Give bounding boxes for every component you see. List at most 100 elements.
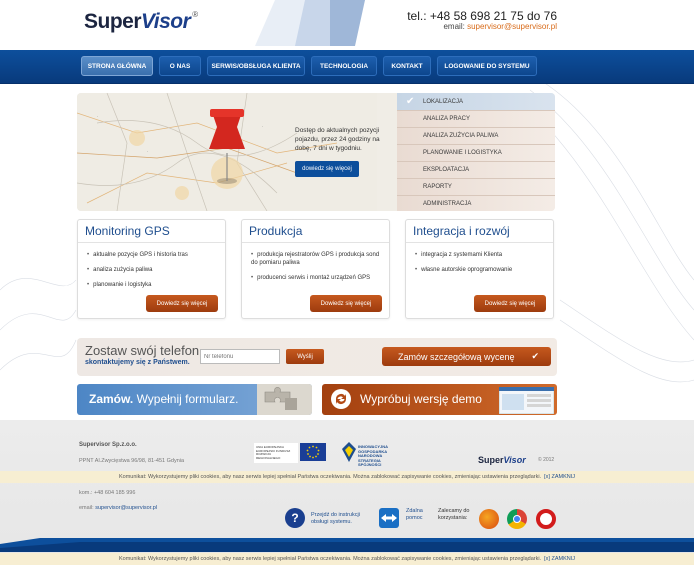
card-more-button[interactable]: Dowiedz się więcej <box>310 295 382 312</box>
refresh-icon <box>331 389 351 409</box>
footer-company: Supervisor Sp.z.o.o. <box>79 442 137 448</box>
hero-menu-analiza-paliwa[interactable]: ANALIZA ZUŻYCIA PALIWA <box>397 127 555 144</box>
footer-email-line: email: supervisor@supervisor.pl <box>79 505 157 511</box>
hero-more-button[interactable]: dowiedz się więcej <box>295 161 359 177</box>
cookie-text: Komunikat: Wykorzystujemy pliki cookies,… <box>119 556 542 562</box>
cookie-bar-bottom: Komunikat: Wykorzystujemy pliki cookies,… <box>0 553 694 565</box>
hero-slider: · · · Dostęp do aktualnych pozycji pojazdu… <box>77 93 555 211</box>
eu-flag-icon <box>300 443 326 461</box>
puzzle-icon <box>257 384 312 415</box>
logo-registered: ® <box>192 10 198 19</box>
header-email-line: email: supervisor@supervisor.pl <box>443 22 557 31</box>
callback-title: Zostaw swój telefon <box>85 343 200 358</box>
supervisor-logo[interactable]: SuperVisor ® <box>84 10 198 34</box>
eu-fund-text: UNIA EUROPEJSKA EUROPEJSKI FUNDUSZ ROZWO… <box>256 445 291 460</box>
callback-strip: Zostaw swój telefon skontaktujemy się z … <box>77 338 557 376</box>
header: SuperVisor ® tel.: +48 58 698 21 75 do 76… <box>0 0 694 50</box>
check-icon: ✔ <box>531 351 539 361</box>
card-list: integracja z systemami Klienta własne au… <box>415 251 550 281</box>
firefox-icon[interactable] <box>479 509 499 529</box>
card-title: Integracja i rozwój <box>413 224 510 238</box>
card-monitoring-gps: Monitoring GPS aktualne pozycje GPS i hi… <box>77 219 226 319</box>
hero-menu-administracja[interactable]: ADMINISTRACJA <box>397 195 555 211</box>
card-integracja: Integracja i rozwój integracja z systema… <box>405 219 554 319</box>
list-item: własne autorskie oprogramowanie <box>415 266 550 274</box>
screenshot-icon <box>499 387 554 414</box>
card-more-button[interactable]: Dowiedz się więcej <box>146 295 218 312</box>
phone-input[interactable] <box>200 349 280 364</box>
page: SuperVisor ® tel.: +48 58 698 21 75 do 76… <box>0 0 694 565</box>
help-link[interactable]: Przejdź do instrukcji obsługi systemu. <box>311 512 371 526</box>
hero-menu-planowanie[interactable]: PLANOWANIE I LOGISTYKA <box>397 144 555 161</box>
card-title: Produkcja <box>249 224 303 238</box>
email-label: email: <box>443 22 465 31</box>
order-quote-button[interactable]: Zamów szczegółową wycenę ✔ <box>382 347 551 366</box>
card-list: aktualne pozycje GPS i historia tras ana… <box>87 251 222 296</box>
list-item: produkcja rejestratorów GPS i produkcja … <box>251 251 386 267</box>
demo-banner-text: Wypróbuj wersję demo <box>360 392 482 406</box>
nav-technologia[interactable]: TECHNOLOGIA <box>311 56 377 76</box>
footer-phone: kom.: +48 604 185 996 <box>79 490 136 496</box>
teamviewer-icon[interactable] <box>379 508 399 528</box>
cookie-close-link[interactable]: [x] ZAMKNIJ <box>544 474 575 480</box>
send-button[interactable]: Wyślij <box>286 349 324 364</box>
hero-menu-analiza-pracy[interactable]: ANALIZA PRACY <box>397 110 555 127</box>
svg-text:·: · <box>97 114 98 119</box>
recommended-browsers-label: Zalecamy do korzystania: <box>438 508 470 521</box>
card-title: Monitoring GPS <box>85 224 170 238</box>
list-item: integracja z systemami Klienta <box>415 251 550 259</box>
check-icon: ✔ <box>406 96 415 107</box>
nav-logowanie[interactable]: LOGOWANIE DO SYSTEMU <box>437 56 537 76</box>
demo-banner[interactable]: Wypróbuj wersję demo <box>322 384 557 415</box>
help-icon[interactable]: ? <box>285 508 305 528</box>
card-list: produkcja rejestratorów GPS i produkcja … <box>251 251 386 289</box>
remote-help-link[interactable]: Zdalna pomoc <box>406 508 434 522</box>
footer-email-link[interactable]: supervisor@supervisor.pl <box>95 505 157 511</box>
card-divider <box>406 242 553 243</box>
header-email-link[interactable]: supervisor@supervisor.pl <box>467 22 557 31</box>
card-produkcja: Produkcja produkcja rejestratorów GPS i … <box>241 219 390 319</box>
main-navigation: STRONA GŁÓWNA O NAS SERWIS/OBSŁUGA KLIEN… <box>0 50 694 84</box>
chrome-icon[interactable] <box>507 509 527 529</box>
nav-o-nas[interactable]: O NAS <box>159 56 201 76</box>
callback-subtitle: skontaktujemy się z Państwem. <box>85 359 190 366</box>
hero-menu-raporty[interactable]: RAPORTY <box>397 178 555 195</box>
list-item: producenci serwis i montaż urządzeń GPS <box>251 274 386 282</box>
cookie-text: Komunikat: Wykorzystujemy pliki cookies,… <box>119 474 542 480</box>
hero-menu-eksploatacja[interactable]: EKSPLOATACJA <box>397 161 555 178</box>
opera-icon[interactable] <box>536 509 556 529</box>
footer-address: PPNT Al.Zwycięstwa 96/98, 81-451 Gdynia <box>79 458 185 464</box>
list-item: aktualne pozycje GPS i historia tras <box>87 251 222 259</box>
footer-stripe <box>0 538 694 552</box>
header-phone: tel.: +48 58 698 21 75 do 76 <box>407 9 557 23</box>
hero-menu-lokalizacja[interactable]: ✔ LOKALIZACJA <box>397 93 555 110</box>
cookie-close-link[interactable]: [x] ZAMKNIJ <box>544 556 575 562</box>
header-decoration <box>255 0 365 46</box>
innowacyjna-gospodarka-logo: INNOWACYJNA GOSPODARKA NARODOWA STRATEGI… <box>342 442 402 467</box>
nav-strona-glowna[interactable]: STRONA GŁÓWNA <box>81 56 153 76</box>
svg-text:·: · <box>147 149 148 154</box>
logo-super: Super <box>84 10 142 33</box>
eu-fund-logo: UNIA EUROPEJSKA EUROPEJSKI FUNDUSZ ROZWO… <box>254 443 298 463</box>
card-divider <box>78 242 225 243</box>
logo-visor: Visor <box>141 10 191 33</box>
hero-feature-menu: ✔ LOKALIZACJA ANALIZA PRACY ANALIZA ZUŻYC… <box>397 93 555 211</box>
form-banner[interactable]: Zamów. Wypełnij formularz. <box>77 384 312 415</box>
form-banner-bold: Zamów. <box>89 392 134 406</box>
footer-logo: SuperVisor <box>478 455 526 465</box>
cookie-bar: Komunikat: Wykorzystujemy pliki cookies,… <box>0 471 694 483</box>
list-item: planowanie i logistyka <box>87 281 222 289</box>
card-more-button[interactable]: Dowiedz się więcej <box>474 295 546 312</box>
footer-copyright: © 2012 <box>538 457 555 463</box>
footer-email-label: email: <box>79 505 94 511</box>
svg-text:·: · <box>262 124 263 129</box>
nav-serwis[interactable]: SERWIS/OBSŁUGA KLIENTA <box>207 56 305 76</box>
form-banner-rest: Wypełnij formularz. <box>133 392 239 406</box>
hero-description: Dostęp do aktualnych pozycji pojazdu, pr… <box>295 127 380 152</box>
ig-text: INNOWACYJNA GOSPODARKA NARODOWA STRATEGI… <box>358 444 388 467</box>
list-item: analiza zużycia paliwa <box>87 266 222 274</box>
ig-symbol-icon <box>342 442 356 462</box>
form-banner-text: Zamów. Wypełnij formularz. <box>89 392 239 406</box>
order-quote-label: Zamów szczegółową wycenę <box>398 351 515 362</box>
nav-kontakt[interactable]: KONTAKT <box>383 56 431 76</box>
